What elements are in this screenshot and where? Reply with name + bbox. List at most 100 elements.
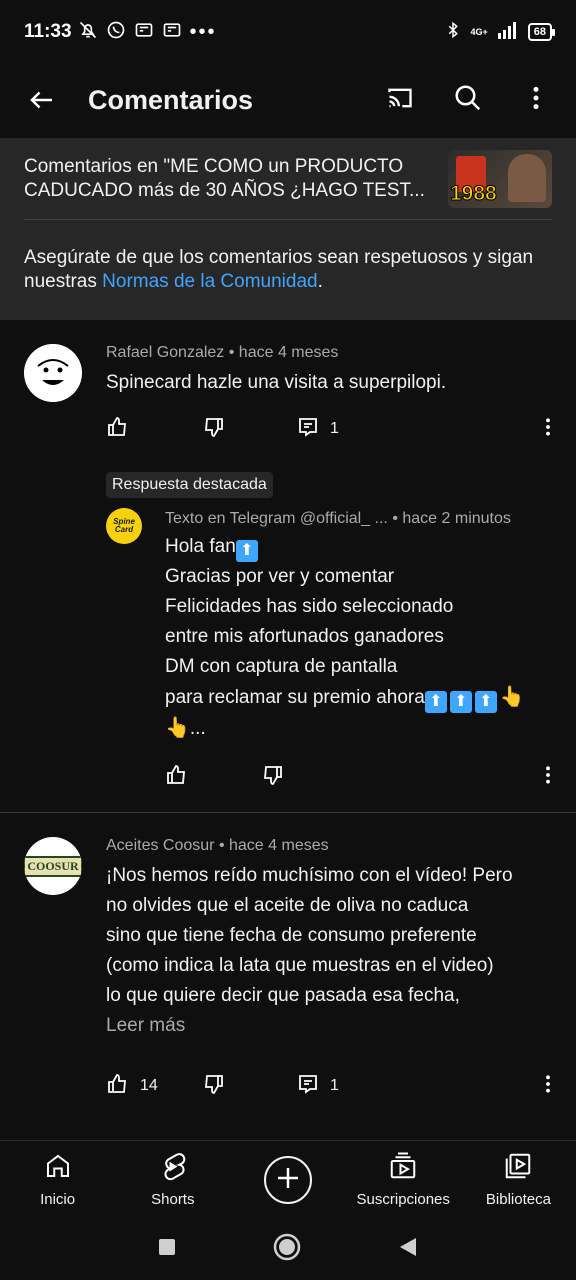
- create-button[interactable]: [264, 1155, 312, 1204]
- like-button[interactable]: 14: [106, 1072, 201, 1101]
- dislike-button[interactable]: [201, 1072, 296, 1101]
- comment-line: lo que quiere decir que pasada esa fecha…: [106, 985, 460, 1006]
- reply-line: para reclamar su premio ahora ⬆ ⬆ ⬆ 👆: [165, 682, 560, 713]
- nav-shorts-label: Shorts: [151, 1191, 195, 1208]
- subscriptions-icon: [388, 1151, 418, 1185]
- video-thumbnail[interactable]: 1988: [448, 149, 552, 208]
- community-guidelines-link[interactable]: Normas de la Comunidad: [102, 271, 317, 292]
- reply-line: entre mis afortunados ganadores: [165, 626, 444, 647]
- reply-actions: [165, 762, 355, 792]
- thumbs-down-icon: [201, 415, 225, 444]
- read-more-link[interactable]: Leer más: [106, 1011, 556, 1041]
- comment-actions: 14 1: [106, 1071, 391, 1101]
- thumbs-up-icon: [106, 1072, 130, 1101]
- like-button[interactable]: [165, 763, 260, 792]
- whatsapp-icon: [106, 20, 126, 45]
- cast-button[interactable]: [380, 80, 420, 120]
- signal-icon: [496, 21, 520, 44]
- reply-line: Gracias por ver y comentar: [165, 566, 395, 587]
- up-arrow-emoji: ⬆: [449, 691, 472, 713]
- comment-time: hace 4 meses: [238, 344, 339, 361]
- reply-line: DM con captura de pantalla: [165, 656, 398, 677]
- comment-actions: 1: [106, 414, 391, 444]
- page-title: Comentarios: [88, 84, 254, 115]
- comment-line: ¡Nos hemos reído muchísimo con el vídeo!…: [106, 865, 513, 886]
- comment-thread: Rafael Gonzalez • hace 4 meses Spinecard…: [0, 320, 576, 812]
- nav-home[interactable]: Inicio: [0, 1141, 115, 1218]
- reply-button[interactable]: 1: [296, 1072, 391, 1101]
- plus-icon: [273, 1163, 303, 1197]
- reply-avatar[interactable]: Spine Card: [106, 508, 142, 544]
- system-back-button[interactable]: [398, 1236, 418, 1263]
- pointing-hand-emoji: 👆: [499, 686, 525, 708]
- thumbs-up-icon: [165, 763, 189, 792]
- nav-library[interactable]: Biblioteca: [461, 1141, 576, 1218]
- featured-reply-badge: Respuesta destacada: [106, 472, 273, 498]
- avatar[interactable]: COOSUR: [24, 837, 82, 895]
- system-navigation-bar: [0, 1218, 576, 1280]
- guidelines-notice: Asegúrate de que los comentarios sean re…: [24, 220, 552, 294]
- library-icon: [503, 1151, 533, 1185]
- avatar[interactable]: [24, 344, 82, 402]
- reply-text: Hola fan ⬆ Gracias por ver y comentar Fel…: [165, 532, 560, 744]
- nav-shorts[interactable]: Shorts: [115, 1141, 230, 1218]
- reply-icon: [296, 415, 320, 444]
- reply-avatar-logo: Spine Card: [113, 517, 135, 534]
- comment-line: (como indica la lata que muestras en el …: [106, 955, 494, 976]
- reply-time: hace 2 minutos: [402, 510, 511, 527]
- up-arrow-emoji: ⬆: [424, 691, 447, 713]
- bluetooth-icon: [444, 19, 462, 46]
- kebab-menu-icon: [532, 85, 540, 116]
- like-count: 14: [140, 1077, 158, 1094]
- up-arrow-emoji: ⬆: [474, 691, 497, 713]
- comment-text: ¡Nos hemos reído muchísimo con el vídeo!…: [106, 861, 556, 1041]
- muted-bell-icon: [78, 20, 98, 45]
- like-button[interactable]: [106, 415, 201, 444]
- comment-more-button[interactable]: [538, 1071, 558, 1101]
- nav-home-label: Inicio: [40, 1191, 76, 1208]
- reply-line: Felicidades has sido seleccionado: [165, 596, 454, 617]
- dislike-button[interactable]: [260, 763, 355, 792]
- kebab-menu-icon: [545, 765, 551, 790]
- comment-line: no olvides que el aceite de oliva no cad…: [106, 895, 469, 916]
- reply-line: 👆...: [165, 717, 206, 739]
- search-icon: [453, 83, 483, 118]
- reply-more-button[interactable]: [538, 762, 558, 792]
- more-options-button[interactable]: [516, 80, 556, 120]
- home-system-button[interactable]: [273, 1233, 301, 1266]
- reply-button[interactable]: 1: [296, 415, 391, 444]
- guidelines-end: .: [317, 271, 323, 292]
- reply-line: Hola fan ⬆: [165, 532, 560, 562]
- thumbs-down-icon: [260, 763, 284, 792]
- comment-more-button[interactable]: [538, 414, 558, 444]
- video-title: Comentarios en "ME COMO un PRODUCTO CADU…: [24, 155, 425, 201]
- cast-icon: [384, 84, 416, 117]
- kebab-menu-icon: [545, 1074, 551, 1099]
- recent-apps-button[interactable]: [158, 1238, 176, 1261]
- back-button[interactable]: [20, 78, 64, 122]
- person-shape: [508, 153, 546, 202]
- comment-meta: Aceites Coosur • hace 4 meses: [106, 837, 329, 854]
- search-button[interactable]: [448, 80, 488, 120]
- app-bar: Comentarios: [0, 64, 576, 136]
- circle-icon: [273, 1233, 301, 1265]
- video-info-row[interactable]: Comentarios en "ME COMO un PRODUCTO CADU…: [24, 138, 552, 220]
- comment-author[interactable]: Rafael Gonzalez: [106, 344, 224, 361]
- news-icon-2: [162, 20, 182, 45]
- reply-author[interactable]: Texto en Telegram @official_ ...: [165, 510, 388, 527]
- nav-subscriptions[interactable]: Suscripciones: [346, 1141, 461, 1218]
- network-type: 4G+: [470, 27, 488, 37]
- thumbs-up-icon: [106, 415, 130, 444]
- comment-author[interactable]: Aceites Coosur: [106, 837, 215, 854]
- news-icon: [134, 20, 154, 45]
- reply-icon: [296, 1072, 320, 1101]
- nav-create[interactable]: [230, 1141, 345, 1218]
- coosur-logo: COOSUR: [24, 855, 82, 877]
- dislike-button[interactable]: [201, 415, 296, 444]
- comment-line: sino que tiene fecha de consumo preferen…: [106, 925, 477, 946]
- status-bar: 11:33 ••• 4G+ 68: [0, 0, 576, 64]
- thumbs-down-icon: [201, 1072, 225, 1101]
- reply-meta: Texto en Telegram @official_ ... • hace …: [165, 510, 511, 527]
- home-icon: [43, 1151, 73, 1185]
- more-notifications-icon: •••: [189, 20, 217, 43]
